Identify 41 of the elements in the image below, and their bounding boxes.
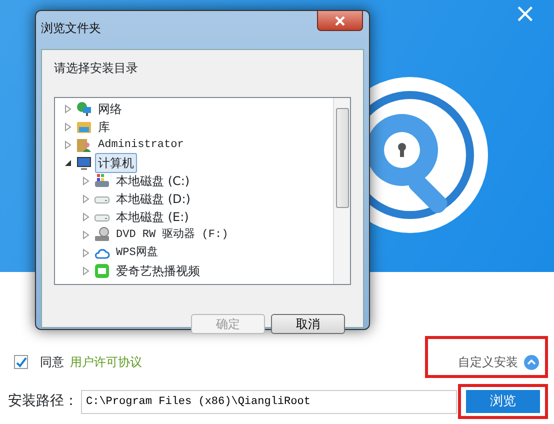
expand-arrow-icon[interactable] — [81, 212, 91, 222]
prompt-text: 请选择安装目录 — [54, 60, 139, 77]
custom-install-link[interactable]: 自定义安装 — [458, 353, 518, 371]
computer-icon — [76, 155, 92, 171]
dvd-drive-icon — [94, 227, 110, 243]
folder-item[interactable]: 网络 — [95, 99, 125, 119]
scrollbar[interactable] — [333, 98, 350, 284]
chevron-icon[interactable] — [524, 354, 539, 370]
dialog-title: 浏览文件夹 — [41, 20, 101, 37]
cancel-button[interactable]: 取消 — [271, 314, 345, 334]
folder-item[interactable]: DVD RW 驱动器 (F:) — [113, 226, 232, 244]
expand-arrow-icon[interactable] — [81, 194, 91, 204]
folder-item[interactable]: 计算机 — [95, 153, 137, 173]
expand-arrow-icon[interactable] — [63, 122, 73, 132]
agree-label: 同意 — [40, 354, 64, 371]
globe-monitor-icon — [76, 101, 92, 117]
expand-arrow-icon[interactable] — [81, 248, 91, 258]
user-folder-icon — [76, 137, 92, 153]
close-button[interactable] — [317, 11, 363, 31]
folder-item[interactable]: WPS网盘 — [113, 244, 161, 262]
folder-icon — [76, 119, 92, 135]
folder-item[interactable]: 本地磁盘 (D:) — [113, 189, 194, 209]
drive-icon — [94, 173, 110, 189]
folder-item[interactable]: 库 — [95, 117, 113, 137]
scroll-thumb[interactable] — [336, 108, 348, 208]
agree-checkbox[interactable] — [14, 355, 28, 369]
video-app-icon — [94, 263, 110, 279]
expand-arrow-icon[interactable] — [81, 266, 91, 276]
expand-arrow-icon[interactable] — [63, 140, 73, 150]
folder-item[interactable]: Administrator — [95, 136, 187, 154]
expand-arrow-icon[interactable] — [81, 176, 91, 186]
browse-button[interactable]: 浏览 — [466, 390, 540, 413]
expand-arrow-icon[interactable] — [63, 104, 73, 114]
path-field[interactable]: C:\Program Files (x86)\QiangliRoot — [81, 390, 457, 414]
folder-item[interactable]: 本地磁盘 (C:) — [113, 171, 193, 191]
collapse-arrow-icon[interactable] — [63, 158, 73, 168]
close-icon — [335, 16, 345, 26]
folder-item[interactable]: 本地磁盘 (E:) — [113, 207, 192, 227]
expand-arrow-icon[interactable] — [81, 230, 91, 240]
path-label: 安装路径： — [8, 392, 78, 411]
folder-item[interactable]: 爱奇艺热播视频 — [113, 261, 203, 281]
